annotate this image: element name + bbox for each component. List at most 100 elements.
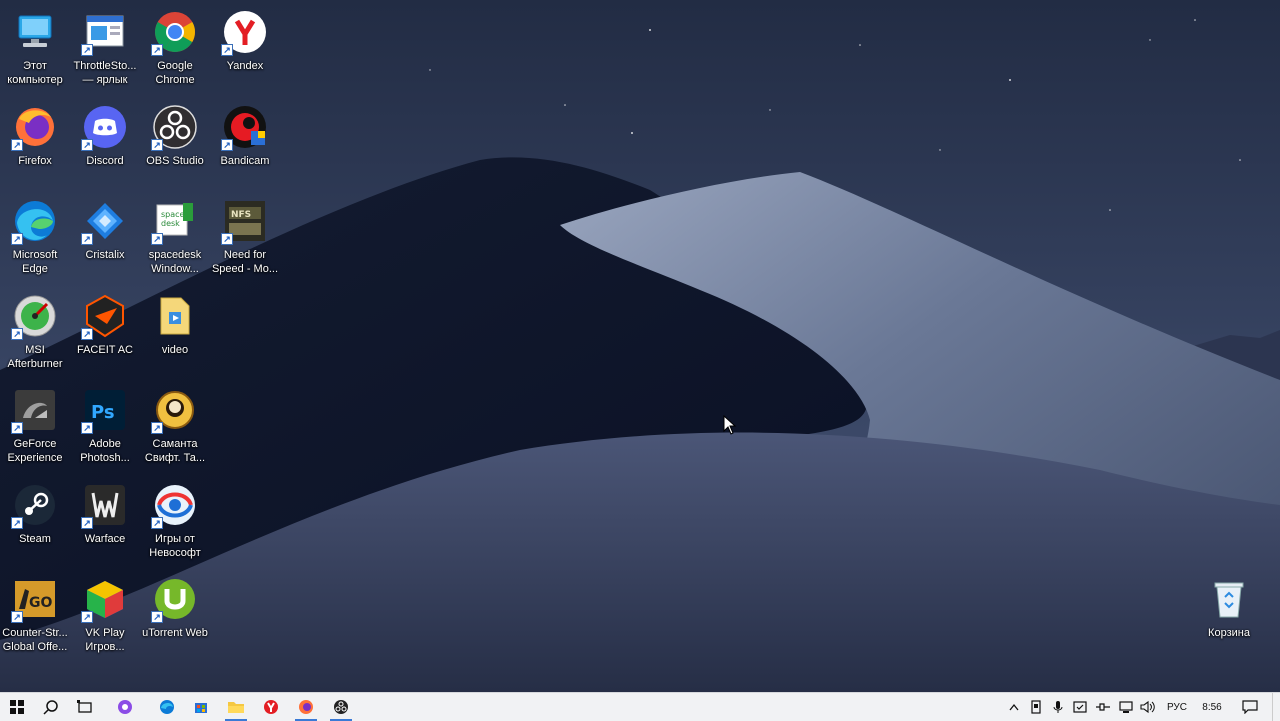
desktop-icon-samantha[interactable]: ↗ Саманта Свифт. Та... [140, 380, 210, 470]
desktop-icon-label: Yandex [226, 60, 264, 72]
desktop-icon-label: VK Play Игров... [85, 627, 125, 653]
tray-clock[interactable]: 8:56 [1194, 693, 1230, 721]
desktop-icon-firefox[interactable]: ↗ Firefox [0, 97, 70, 187]
shortcut-arrow-icon: ↗ [11, 139, 23, 151]
desktop-icon-photoshop[interactable]: Ps ↗ Adobe Photosh... [70, 380, 140, 470]
desktop-icon-video[interactable]: video [140, 286, 210, 376]
desktop-icon-cristalix[interactable]: ↗ Cristalix [70, 191, 140, 281]
desktop-icon-recycle-bin[interactable]: Корзина [1194, 569, 1264, 659]
desktop-icon-faceit[interactable]: ↗ FACEIT AC [70, 286, 140, 376]
shortcut-arrow-icon: ↗ [81, 328, 93, 340]
desktop-icon-label: Bandicam [220, 155, 270, 167]
taskbar-yandex-button[interactable] [254, 693, 288, 721]
search-button[interactable] [34, 693, 68, 721]
desktop-icon-edge[interactable]: ↗ Microsoft Edge [0, 191, 70, 281]
desktop-icon-yandex[interactable]: ↗ Yandex [210, 2, 280, 92]
taskbar-store-button[interactable] [184, 693, 218, 721]
obs-icon [334, 700, 348, 714]
obs-icon: ↗ [151, 103, 199, 151]
desktop-icon-warface[interactable]: ↗ Warface [70, 475, 140, 565]
edge-icon [160, 700, 174, 714]
discord-icon: ↗ [81, 103, 129, 151]
tray-overflow-button[interactable] [1004, 693, 1024, 721]
desktop-icon-obs[interactable]: ↗ OBS Studio [140, 97, 210, 187]
desktop-icon-label: Discord [86, 155, 124, 167]
shortcut-arrow-icon: ↗ [81, 517, 93, 529]
task-view-button[interactable] [68, 693, 102, 721]
tray-language-indicator[interactable]: РУС [1162, 693, 1192, 721]
desktop-icon-vkplay[interactable]: ↗ VK Play Игров... [70, 569, 140, 659]
tray-security-button[interactable] [1070, 693, 1090, 721]
desktop-icon-label: GeForce Experience [7, 438, 63, 464]
task-view-icon [77, 700, 92, 713]
desktop-icon-chrome[interactable]: ↗ Google Chrome [140, 2, 210, 92]
desktop-icon-spacedesk[interactable]: space desk ↗ spacedesk Window... [140, 191, 210, 281]
desktop-icon-geforce[interactable]: ↗ GeForce Experience [0, 380, 70, 470]
desktop-icon-msi-afterburner[interactable]: ↗ MSI Afterburner [0, 286, 70, 376]
taskbar: РУС 8:56 [0, 692, 1280, 721]
tray-network-button[interactable] [1116, 693, 1136, 721]
show-desktop-button[interactable] [1272, 693, 1280, 721]
desktop-icon-label: Warface [84, 533, 126, 545]
windows-logo-icon [10, 700, 24, 714]
action-center-button[interactable] [1238, 693, 1262, 721]
desktop-icon-label: Cristalix [85, 249, 125, 261]
tray-volume-button[interactable] [1138, 693, 1158, 721]
svg-text:desk: desk [161, 219, 180, 228]
svg-text:Ps: Ps [91, 402, 115, 423]
desktop-icon-label: ThrottleSto... — ярлык [73, 60, 137, 86]
csgo-icon: GO ↗ [11, 575, 59, 623]
desktop-icon-bandicam[interactable]: ↗ Bandicam [210, 97, 280, 187]
nevosoft-icon: ↗ [151, 481, 199, 529]
desktop-icon-throttlestop[interactable]: ↗ ThrottleSto... — ярлык [70, 2, 140, 92]
desktop-icon-discord[interactable]: ↗ Discord [70, 97, 140, 187]
desktop-icon-label: Microsoft Edge [12, 249, 58, 275]
power-plug-icon [1096, 703, 1110, 711]
desktop-icon-this-pc[interactable]: Этот компьютер [0, 2, 70, 92]
desktop-icon-nevosoft[interactable]: ↗ Игры от Невософт [140, 475, 210, 565]
desktop-icon-label: MSI Afterburner [7, 344, 63, 370]
desktop-icon-label: Counter-Str... Global Offe... [2, 627, 68, 653]
taskbar-alice-button[interactable] [108, 693, 142, 721]
desktop-icon-label: Steam [19, 533, 51, 545]
firefox-icon: ↗ [11, 103, 59, 151]
taskbar-edge-button[interactable] [150, 693, 184, 721]
taskbar-obs-button[interactable] [324, 693, 358, 721]
firefox-icon [299, 700, 313, 714]
desktop-icon-label: Этот компьютер [7, 60, 63, 86]
desktop-icon-label: Игры от Невософт [149, 533, 201, 559]
tray-tablet-icon-button[interactable] [1026, 693, 1046, 721]
desktop-icon-label: uTorrent Web [142, 627, 208, 639]
desktop-icon-csgo[interactable]: GO ↗ Counter-Str... Global Offe... [0, 569, 70, 659]
throttlestop-icon: ↗ [81, 8, 129, 56]
yandex-icon: ↗ [221, 8, 269, 56]
shortcut-arrow-icon: ↗ [151, 611, 163, 623]
desktop-icon-label: Саманта Свифт. Та... [144, 438, 206, 464]
alice-assistant-icon [118, 700, 132, 714]
faceit-icon: ↗ [81, 292, 129, 340]
yandex-icon [264, 700, 278, 714]
folder-video-icon [151, 292, 199, 340]
desktop-icon-utorrent[interactable]: ↗ uTorrent Web [140, 569, 210, 659]
shortcut-arrow-icon: ↗ [11, 517, 23, 529]
shortcut-arrow-icon: ↗ [151, 139, 163, 151]
network-icon [1119, 701, 1133, 713]
this-pc-icon [11, 8, 59, 56]
steam-icon: ↗ [11, 481, 59, 529]
vkplay-icon: ↗ [81, 575, 129, 623]
desktop-icon-label: FACEIT AC [76, 344, 134, 356]
spacedesk-icon: space desk ↗ [151, 197, 199, 245]
start-button[interactable] [0, 693, 34, 721]
desktop-icon-nfs[interactable]: NFS ↗ Need for Speed - Mo... [210, 191, 280, 281]
shortcut-arrow-icon: ↗ [221, 139, 233, 151]
tray-plug-button[interactable] [1092, 693, 1114, 721]
shortcut-arrow-icon: ↗ [221, 44, 233, 56]
taskbar-firefox-button[interactable] [289, 693, 323, 721]
search-icon [43, 700, 58, 715]
shortcut-arrow-icon: ↗ [81, 44, 93, 56]
cristalix-icon: ↗ [81, 197, 129, 245]
desktop-icon-steam[interactable]: ↗ Steam [0, 475, 70, 565]
tray-microphone-button[interactable] [1048, 693, 1068, 721]
taskbar-explorer-button[interactable] [219, 693, 253, 721]
desktop-icon-label: video [161, 344, 189, 356]
